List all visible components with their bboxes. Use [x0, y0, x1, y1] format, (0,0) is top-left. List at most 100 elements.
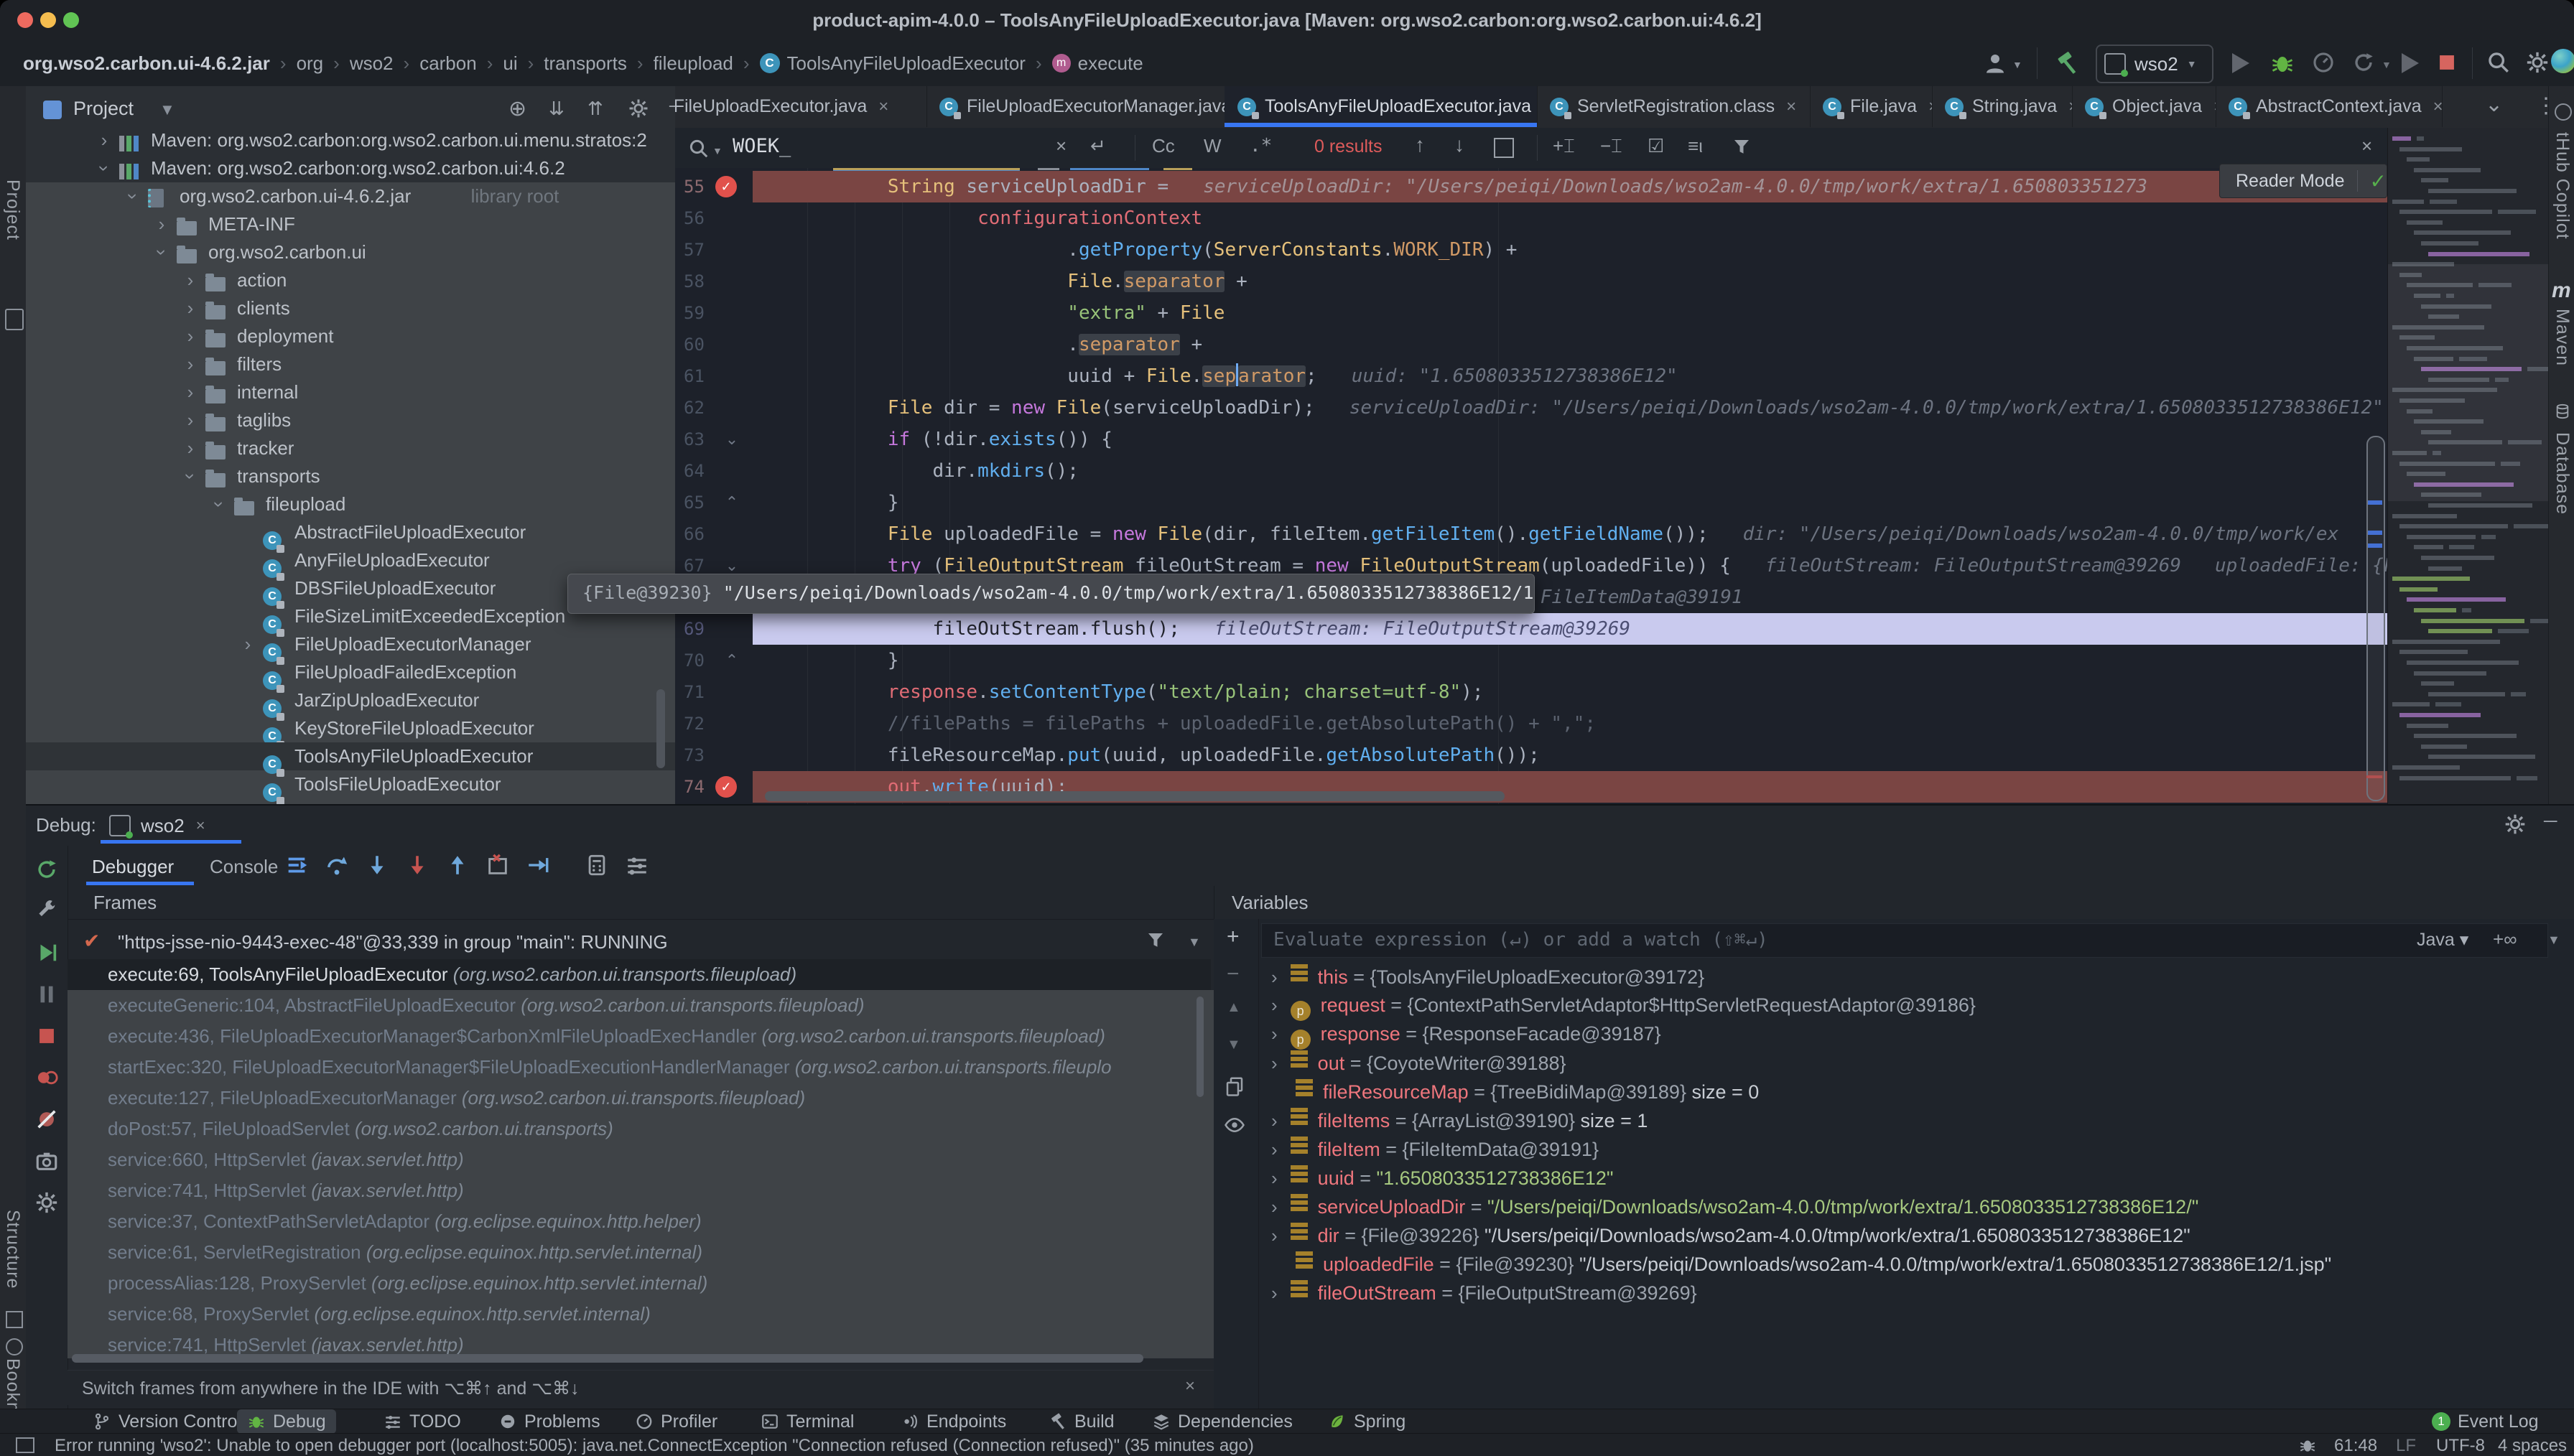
- expand-chevron-icon[interactable]: ›: [1271, 1139, 1278, 1160]
- tree-item-fileupload[interactable]: ›fileupload: [26, 490, 675, 518]
- evaluate-language-selector[interactable]: Java ▾: [2417, 929, 2468, 951]
- line-number[interactable]: 66: [675, 518, 727, 550]
- expand-chevron-icon[interactable]: ›: [1271, 994, 1278, 1016]
- tree-chevron-icon[interactable]: ›: [90, 159, 119, 178]
- tree-chevron-icon[interactable]: ›: [95, 126, 113, 154]
- toolwindow-button-problems[interactable]: Problems: [488, 1409, 610, 1434]
- user-icon[interactable]: [1982, 50, 2008, 76]
- variable-row-response[interactable]: ›presponse = {ResponseFacade@39187}: [1271, 1019, 1661, 1048]
- grid-icon[interactable]: [6, 1311, 23, 1328]
- line-number[interactable]: 64: [675, 455, 727, 487]
- tree-item-tracker[interactable]: ›tracker: [26, 434, 675, 462]
- close-tab-icon[interactable]: ×: [1786, 97, 1796, 117]
- evaluate-expression-input[interactable]: Evaluate expression (↵) or add a watch (…: [1261, 923, 2548, 958]
- expand-chevron-icon[interactable]: ›: [1271, 1167, 1278, 1189]
- code-line-65[interactable]: }: [753, 487, 2387, 518]
- code-line-64[interactable]: dir.mkdirs();: [753, 455, 2387, 487]
- breakpoint-icon[interactable]: ✓: [715, 776, 737, 798]
- fold-marker-icon[interactable]: ⌃: [721, 487, 743, 518]
- stripe-github-copilot[interactable]: tHub Copilot: [2552, 132, 2573, 240]
- tree-item-fileuploadexecutormanager[interactable]: ›CFileUploadExecutorManager: [26, 630, 675, 658]
- tree-chevron-icon[interactable]: ›: [181, 294, 200, 322]
- code-line-62[interactable]: File dir = new File(serviceUploadDir);se…: [753, 392, 2387, 424]
- caret-position[interactable]: 61:48: [2334, 1436, 2377, 1456]
- debug-button[interactable]: [2269, 50, 2295, 76]
- toolwindow-button-build[interactable]: Build: [1039, 1409, 1125, 1434]
- line-number[interactable]: 70: [675, 645, 727, 676]
- editor-hscrollbar[interactable]: [765, 791, 1505, 801]
- prev-occurrence-icon[interactable]: ↑: [1415, 134, 1425, 157]
- code-line-61[interactable]: uuid + File.separator;uuid: "1.650803351…: [753, 360, 2387, 392]
- reader-mode-widget[interactable]: Reader Mode ✓: [2219, 164, 2387, 198]
- add-occurrence-icon[interactable]: +⌶: [1553, 135, 1575, 158]
- user-dropdown-icon[interactable]: ▼: [2012, 59, 2022, 70]
- coverage-button[interactable]: [2351, 50, 2376, 75]
- tree-chevron-icon[interactable]: ›: [181, 434, 200, 462]
- line-number[interactable]: 61: [675, 360, 727, 392]
- select-all-occurrences-icon[interactable]: ☑: [1648, 135, 1664, 157]
- show-execution-point-icon[interactable]: [284, 853, 309, 877]
- search-input[interactable]: WOEK_: [733, 135, 791, 157]
- variable-row-this[interactable]: ›this = {ToolsAnyFileUploadExecutor@3917…: [1271, 962, 1704, 991]
- tree-item-deployment[interactable]: ›deployment: [26, 322, 675, 350]
- settings-gear-icon[interactable]: [2525, 50, 2550, 75]
- toolwindow-button-todo[interactable]: TODO: [373, 1409, 471, 1434]
- expand-chevron-icon[interactable]: ›: [1271, 1225, 1278, 1246]
- breadcrumb-item[interactable]: org.wso2.carbon.ui-4.6.2.jar: [23, 52, 270, 75]
- debug-settings-wrench-icon[interactable]: [34, 899, 59, 923]
- line-number[interactable]: 63: [675, 424, 727, 455]
- expand-chevron-icon[interactable]: ›: [1271, 1282, 1278, 1304]
- code-line-57[interactable]: .getProperty(ServerConstants.WORK_DIR) +: [753, 234, 2387, 266]
- tree-chevron-icon[interactable]: ›: [119, 187, 147, 206]
- rerun-debug-icon[interactable]: [34, 857, 59, 882]
- code-line-66[interactable]: File uploadedFile = new File(dir, fileIt…: [753, 518, 2387, 550]
- frame-row[interactable]: service:37, ContextPathServletAdaptor (o…: [68, 1206, 1211, 1237]
- breadcrumb-item[interactable]: ToolsAnyFileUploadExecutor: [787, 52, 1026, 75]
- tree-item-action[interactable]: ›action: [26, 266, 675, 294]
- line-number[interactable]: 57: [675, 234, 727, 266]
- fold-marker-icon[interactable]: ⌃: [721, 645, 743, 676]
- minimize-debug-icon[interactable]: ─: [2544, 810, 2557, 832]
- match-case-toggle[interactable]: Cc: [1152, 135, 1175, 157]
- variable-row-fileResourceMap[interactable]: fileResourceMap = {TreeBidiMap@39189} si…: [1271, 1077, 1759, 1106]
- thread-selector[interactable]: ✔ "https-jsse-nio-9443-exec-48"@33,339 i…: [68, 926, 1214, 958]
- variable-row-request[interactable]: ›prequest = {ContextPathServletAdaptor$H…: [1271, 991, 1976, 1019]
- frame-row[interactable]: processAlias:128, ProxyServlet (org.ecli…: [68, 1268, 1211, 1299]
- minimap-viewport[interactable]: [2388, 264, 2549, 501]
- frame-row[interactable]: execute:436, FileUploadExecutorManager$C…: [68, 1021, 1211, 1052]
- debug-layout-gear-icon[interactable]: [34, 1190, 59, 1215]
- tree-item-maven-org-wso2-carbon-org-wso2-carbon-ui[interactable]: ›Maven: org.wso2.carbon:org.wso2.carbon.…: [26, 126, 675, 154]
- frame-row[interactable]: startExec:320, FileUploadExecutorManager…: [68, 1052, 1211, 1083]
- collapse-all-icon[interactable]: ⇈: [587, 98, 603, 120]
- frame-row[interactable]: doPost:57, FileUploadServlet (org.wso2.c…: [68, 1114, 1211, 1144]
- indent-setting[interactable]: 4 spaces: [2498, 1436, 2567, 1456]
- variable-row-fileOutStream[interactable]: ›fileOutStream = {FileOutputStream@39269…: [1271, 1278, 1697, 1307]
- line-number[interactable]: 69: [675, 613, 727, 645]
- frame-row[interactable]: service:660, HttpServlet (javax.servlet.…: [68, 1144, 1211, 1175]
- frame-row[interactable]: service:68, ProxyServlet (org.eclipse.eq…: [68, 1299, 1211, 1330]
- project-view-title[interactable]: Project: [73, 98, 134, 120]
- close-session-icon[interactable]: ×: [196, 816, 205, 835]
- line-separator[interactable]: LF: [2396, 1436, 2416, 1456]
- stripe-database[interactable]: Database: [2552, 432, 2573, 515]
- line-number[interactable]: 58: [675, 266, 727, 297]
- tree-item-keystorefileuploadexecutor[interactable]: CKeyStoreFileUploadExecutor: [26, 714, 675, 742]
- tree-chevron-icon[interactable]: ›: [181, 378, 200, 406]
- code-line-71[interactable]: response.setContentType("text/plain; cha…: [753, 676, 2387, 708]
- tree-item-clients[interactable]: ›clients: [26, 294, 675, 322]
- search-everywhere-icon[interactable]: [2486, 50, 2511, 75]
- toolwindow-button-spring[interactable]: Spring: [1318, 1409, 1416, 1434]
- code-line-55[interactable]: String serviceUploadDir =serviceUploadDi…: [753, 171, 2387, 202]
- tree-item-abstractfileuploadexecutor[interactable]: CAbstractFileUploadExecutor: [26, 518, 675, 546]
- step-out-icon[interactable]: [445, 853, 470, 877]
- profiler-button[interactable]: [2311, 50, 2336, 75]
- tree-chevron-icon[interactable]: ›: [238, 630, 257, 658]
- tab-debugger[interactable]: Debugger: [92, 856, 174, 878]
- regex-toggle[interactable]: .*: [1250, 135, 1272, 157]
- search-icon[interactable]: [688, 138, 710, 159]
- code-line-70[interactable]: }: [753, 645, 2387, 676]
- minimap[interactable]: [2387, 128, 2549, 804]
- tree-item-meta-inf[interactable]: ›META-INF: [26, 210, 675, 238]
- run-config-selector[interactable]: wso2▼: [2096, 45, 2213, 83]
- stop-button[interactable]: [2435, 50, 2459, 75]
